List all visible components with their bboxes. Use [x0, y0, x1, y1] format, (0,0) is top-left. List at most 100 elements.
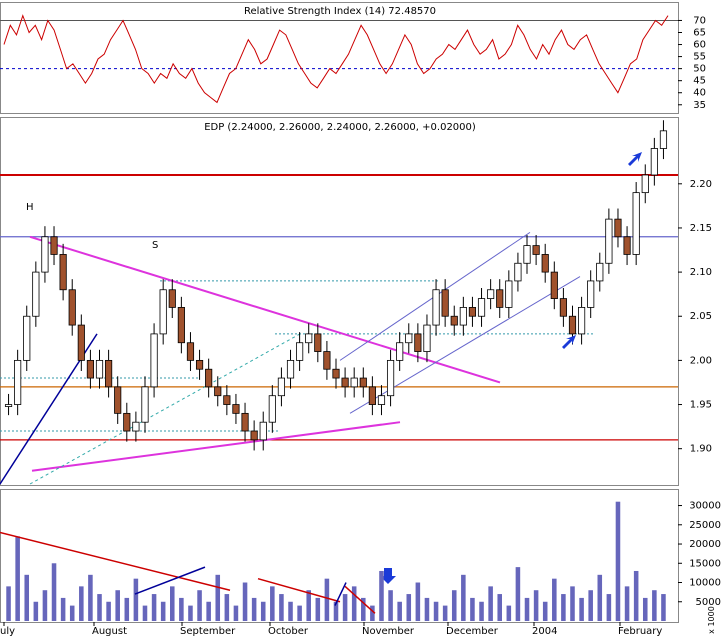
price-candle-body	[195, 359, 204, 370]
volume-bar	[233, 605, 239, 621]
chart-canvas: 35404550556065 70 1.90 1.95 2.00 2.05 2.10 2.1…	[0, 2, 721, 637]
volume-bar	[197, 590, 202, 621]
volume-bar	[415, 582, 421, 621]
price-candle-body	[186, 342, 195, 361]
price-candle-body	[587, 280, 595, 308]
volume-bar	[188, 605, 193, 621]
price-candle-body	[68, 289, 76, 326]
price-candle-body	[305, 333, 313, 344]
volume-panel-frame	[0, 489, 679, 623]
price-candle-body	[623, 236, 631, 255]
volume-bar	[433, 601, 439, 621]
volume-bar	[170, 586, 175, 621]
rsi-tick-label: 60	[693, 40, 706, 51]
volume-bar	[488, 586, 493, 621]
price-candle-body	[77, 324, 85, 361]
volume-bar	[506, 605, 512, 621]
price-candle-body	[32, 271, 40, 317]
volume-bar	[42, 590, 48, 621]
volume-bar	[15, 536, 20, 621]
price-candle-body	[250, 430, 258, 441]
x-tick-label: September	[180, 626, 236, 637]
price-candle-body	[105, 359, 113, 388]
price-candle-body	[641, 174, 649, 194]
price-candle-body	[468, 307, 477, 317]
price-candle-body	[286, 359, 295, 379]
price-candle-body	[550, 271, 558, 299]
price-candle-body	[14, 359, 22, 405]
volume-bar	[561, 594, 566, 621]
rsi-tick-label: 50	[693, 64, 706, 75]
volume-bar	[242, 582, 248, 621]
volume-bar	[324, 578, 330, 621]
price-candle-body	[223, 395, 231, 405]
volume-bar	[79, 586, 84, 621]
price-candle-body	[505, 280, 513, 308]
volume-bar	[451, 590, 457, 621]
price-candle-body	[432, 289, 440, 326]
rsi-tick-label: 70	[693, 15, 706, 26]
volume-bar	[642, 597, 648, 621]
volume-bar	[60, 597, 66, 621]
price-candle-body	[477, 298, 486, 317]
volume-bar	[579, 597, 584, 621]
price-candle-body	[241, 412, 249, 432]
volume-bar	[160, 601, 166, 621]
price-tick-label: 2.10	[690, 267, 712, 278]
volume-bar	[24, 574, 30, 621]
price-candle-body	[659, 130, 668, 149]
volume-bar	[633, 570, 639, 621]
price-candle-body	[141, 386, 149, 423]
volume-bar	[6, 586, 11, 621]
x-tick-label: 2004	[532, 626, 557, 637]
rsi-title: Relative Strength Index (14) 72.48570	[244, 6, 436, 17]
price-candle-body	[532, 245, 540, 255]
price-candle-body	[177, 307, 185, 344]
rsi-panel-frame	[0, 2, 679, 114]
price-candle-body	[259, 421, 267, 441]
price-candle-body	[632, 192, 640, 255]
volume-bar	[206, 601, 211, 621]
price-candle-body	[350, 377, 358, 388]
volume-bar	[397, 601, 402, 621]
volume-bar	[624, 586, 630, 621]
volume-bar	[342, 594, 348, 621]
volume-bar	[97, 594, 102, 621]
price-candle-body	[605, 218, 613, 264]
price-candle-body	[114, 386, 122, 414]
price-candle-body	[359, 377, 367, 388]
volume-bar	[652, 590, 657, 621]
price-candle-body	[405, 333, 413, 344]
price-candle-body	[568, 315, 577, 335]
volume-bar	[424, 597, 430, 621]
volume-tick-label: 25000	[689, 520, 721, 531]
price-candle-body	[232, 404, 240, 414]
volume-bar	[288, 601, 293, 621]
price-candle-body	[341, 377, 349, 388]
price-candle-body	[332, 368, 340, 379]
x-tick-label: August	[92, 626, 127, 637]
volume-bar	[151, 594, 157, 621]
price-tick-label: 1.95	[690, 400, 712, 411]
volume-bar	[515, 567, 521, 621]
rsi-tick-label: 40	[693, 88, 706, 99]
volume-tick-label: 15000	[689, 558, 721, 569]
volume-bar	[124, 597, 130, 621]
price-candle-body	[214, 386, 222, 397]
price-candle-body	[23, 315, 31, 361]
volume-bar	[88, 574, 93, 621]
rsi-tick-label: 55	[693, 52, 706, 63]
volume-bar	[270, 586, 275, 621]
price-candle-body	[95, 359, 104, 379]
volume-tick-label: 20000	[689, 539, 721, 550]
volume-bar	[51, 563, 57, 621]
price-tick-label: 2.05	[690, 311, 712, 322]
price-candle-body	[368, 386, 376, 405]
volume-bar	[215, 574, 221, 621]
price-candle-body	[296, 342, 304, 361]
volume-bar	[260, 601, 266, 621]
price-candle-body	[541, 254, 549, 273]
volume-bar	[470, 597, 475, 621]
volume-bar	[388, 590, 393, 621]
price-candle-body	[496, 289, 504, 308]
